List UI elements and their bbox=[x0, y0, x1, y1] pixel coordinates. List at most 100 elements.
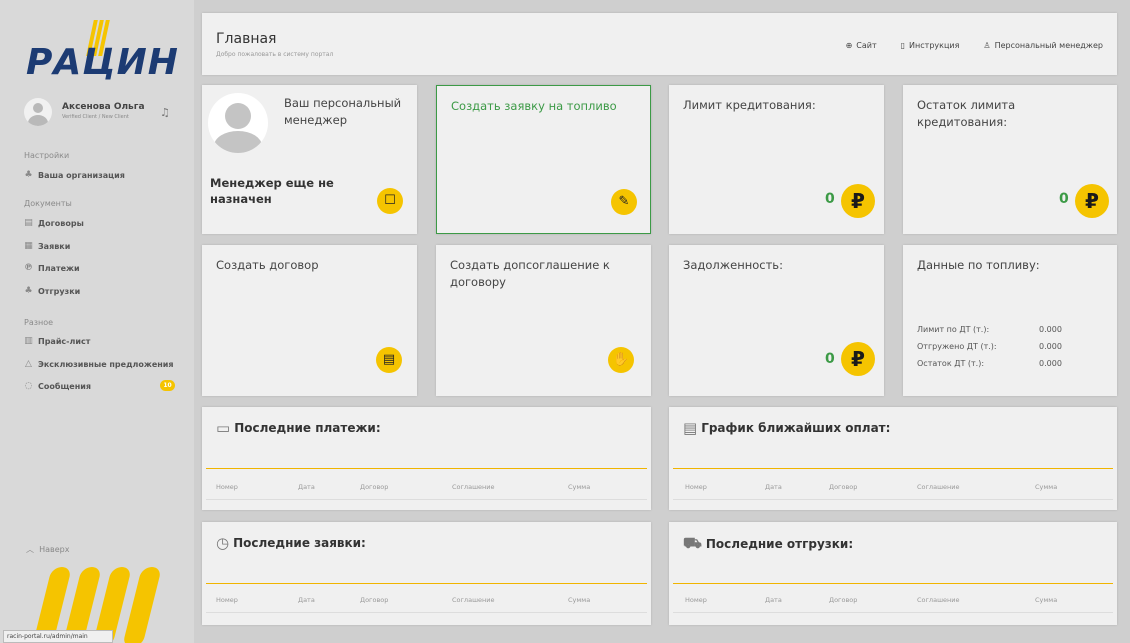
divider bbox=[206, 612, 647, 613]
credit-card-icon: ▭ bbox=[216, 419, 231, 437]
sidebar-item-exclusive[interactable]: △ Эксклюзивные предложения bbox=[24, 357, 184, 371]
sidebar-item-orders[interactable]: ▦ Заявки bbox=[24, 239, 184, 253]
ruble-icon: ₽ bbox=[1075, 184, 1109, 218]
divider bbox=[673, 499, 1113, 500]
section-misc: Разное bbox=[24, 318, 54, 327]
sidebar-item-payments[interactable]: ℗ Платежи bbox=[24, 261, 184, 275]
schedule-icon: ▤ bbox=[683, 419, 698, 437]
site-link[interactable]: ⊕ Сайт bbox=[846, 41, 877, 50]
sidebar-item-price-list[interactable]: ▥ Прайс-лист bbox=[24, 334, 184, 348]
chevron-up-icon: ︿ bbox=[26, 545, 34, 554]
create-fuel-order-card[interactable]: Создать заявку на топливо ✎ bbox=[436, 85, 651, 234]
sidebar-item-organization[interactable]: ♣ Ваша организация bbox=[24, 168, 184, 182]
edit-document-icon[interactable]: ✎ bbox=[611, 189, 637, 215]
sidebar-item-label: Ваша организация bbox=[38, 170, 125, 180]
manager-status: Менеджер еще не назначен bbox=[210, 176, 334, 207]
payments-icon: ℗ bbox=[24, 263, 33, 273]
payment-schedule-panel: ▤ График ближайших оплат: Номер Дата Дого… bbox=[669, 407, 1117, 510]
credit-limit-card: Лимит кредитования: 0 ₽ bbox=[669, 85, 884, 234]
recent-orders-title: ◷ Последние заявки: bbox=[216, 534, 366, 552]
sidebar-item-shipments[interactable]: ♣ Отгрузки bbox=[24, 284, 184, 298]
sidebar-item-label: Эксклюзивные предложения bbox=[38, 359, 174, 369]
page-header: Главная Добро пожаловать в систему порта… bbox=[202, 13, 1117, 75]
create-contract-title: Создать договор bbox=[216, 258, 319, 272]
person-icon: ♙ bbox=[983, 41, 991, 50]
message-icon: ◌ bbox=[24, 381, 33, 391]
user-status: Verified Client / New Client bbox=[62, 114, 129, 120]
credit-limit-title: Лимит кредитования: bbox=[683, 98, 816, 112]
globe-icon: ⊕ bbox=[845, 41, 853, 50]
credit-remainder-card: Остаток лимита кредитования: 0 ₽ bbox=[903, 85, 1117, 234]
clock-icon: ◷ bbox=[216, 534, 230, 552]
document-icon: ▯ bbox=[900, 41, 906, 50]
user-profile[interactable]: Аксенова Ольга Verified Client / New Cli… bbox=[24, 98, 184, 132]
payment-schedule-title: ▤ График ближайших оплат: bbox=[683, 419, 891, 437]
create-addendum-card[interactable]: Создать допсоглашение к договору ✋ bbox=[436, 245, 651, 396]
personal-manager-card: Ваш персональный менеджер Менеджер еще н… bbox=[202, 85, 417, 234]
sidebar-item-contracts[interactable]: ▤ Договоры bbox=[24, 216, 184, 230]
credit-remainder-value: 0 bbox=[1059, 191, 1069, 207]
recent-shipments-title: ⛟ Последние отгрузки: bbox=[683, 534, 854, 552]
sidebar: РАЦИН Аксенова Ольга Verified Client / N… bbox=[0, 0, 194, 643]
fuel-row: Лимит по ДТ (т.): 0.000 bbox=[917, 325, 1062, 334]
manager-avatar bbox=[208, 93, 268, 153]
recent-shipments-panel: ⛟ Последние отгрузки: Номер Дата Договор … bbox=[669, 522, 1117, 625]
shipments-icon: ♣ bbox=[24, 286, 33, 296]
manager-link[interactable]: ♙ Персональный менеджер bbox=[983, 41, 1103, 50]
create-contract-card[interactable]: Создать договор ▤ bbox=[202, 245, 417, 396]
bell-icon[interactable]: ♫ bbox=[160, 106, 170, 119]
sidebar-item-label: Заявки bbox=[38, 241, 71, 251]
sidebar-item-label: Отгрузки bbox=[38, 286, 81, 296]
sidebar-item-label: Прайс-лист bbox=[38, 336, 91, 346]
create-addendum-title: Создать допсоглашение к договору bbox=[450, 258, 610, 289]
url-tooltip: racin-portal.ru/admin/main bbox=[3, 630, 113, 643]
recent-payments-panel: ▭ Последние платежи: Номер Дата Договор С… bbox=[202, 407, 651, 510]
recent-orders-panel: ◷ Последние заявки: Номер Дата Договор Со… bbox=[202, 522, 651, 625]
divider bbox=[206, 499, 647, 500]
instruction-link[interactable]: ▯ Инструкция bbox=[901, 41, 960, 50]
create-fuel-order-title: Создать заявку на топливо bbox=[451, 99, 617, 113]
header-links: ⊕ Сайт ▯ Инструкция ♙ Персональный менеджер bbox=[846, 41, 1103, 50]
chat-icon[interactable]: ☐ bbox=[377, 188, 403, 214]
section-documents: Документы bbox=[24, 199, 72, 208]
debt-card: Задолженность: 0 ₽ bbox=[669, 245, 884, 396]
truck-icon: ⛟ bbox=[683, 534, 702, 552]
divider bbox=[206, 468, 647, 469]
credit-remainder-title: Остаток лимита кредитования: bbox=[917, 98, 1016, 129]
fuel-data-card: Данные по топливу: Лимит по ДТ (т.): 0.00… bbox=[903, 245, 1117, 396]
contract-icon[interactable]: ▤ bbox=[376, 347, 402, 373]
fuel-row: Отгружено ДТ (т.): 0.000 bbox=[917, 342, 1062, 351]
credit-limit-value: 0 bbox=[825, 191, 835, 207]
calendar-icon: ▤ bbox=[24, 218, 33, 228]
debt-value: 0 bbox=[825, 351, 835, 367]
fuel-data-title: Данные по топливу: bbox=[917, 258, 1040, 272]
divider bbox=[673, 583, 1113, 584]
messages-badge: 10 bbox=[160, 380, 175, 391]
logo-text: РАЦИН bbox=[26, 42, 179, 83]
page-subtitle: Добро пожаловать в систему портал bbox=[216, 51, 334, 58]
handshake-icon[interactable]: ✋ bbox=[608, 347, 634, 373]
back-to-top-link[interactable]: ︿ Наверх bbox=[26, 544, 69, 555]
logo[interactable]: РАЦИН bbox=[26, 20, 178, 83]
debt-title: Задолженность: bbox=[683, 258, 783, 272]
ruble-icon: ₽ bbox=[841, 342, 875, 376]
avatar bbox=[24, 98, 52, 126]
manager-card-title: Ваш персональный менеджер bbox=[284, 96, 402, 127]
section-settings: Настройки bbox=[24, 151, 70, 160]
sidebar-item-label: Платежи bbox=[38, 263, 80, 273]
back-to-top-label: Наверх bbox=[39, 545, 70, 554]
triangle-icon: △ bbox=[25, 359, 32, 369]
list-icon: ▥ bbox=[24, 336, 33, 346]
divider bbox=[206, 583, 647, 584]
ruble-icon: ₽ bbox=[841, 184, 875, 218]
organization-icon: ♣ bbox=[24, 170, 33, 180]
recent-payments-title: ▭ Последние платежи: bbox=[216, 419, 381, 437]
page-title: Главная bbox=[216, 31, 277, 47]
user-name: Аксенова Ольга bbox=[62, 102, 145, 112]
grid-icon: ▦ bbox=[24, 241, 33, 251]
sidebar-item-label: Сообщения bbox=[38, 381, 91, 391]
fuel-row: Остаток ДТ (т.): 0.000 bbox=[917, 359, 1062, 368]
divider bbox=[673, 468, 1113, 469]
sidebar-item-label: Договоры bbox=[38, 218, 84, 228]
divider bbox=[673, 612, 1113, 613]
